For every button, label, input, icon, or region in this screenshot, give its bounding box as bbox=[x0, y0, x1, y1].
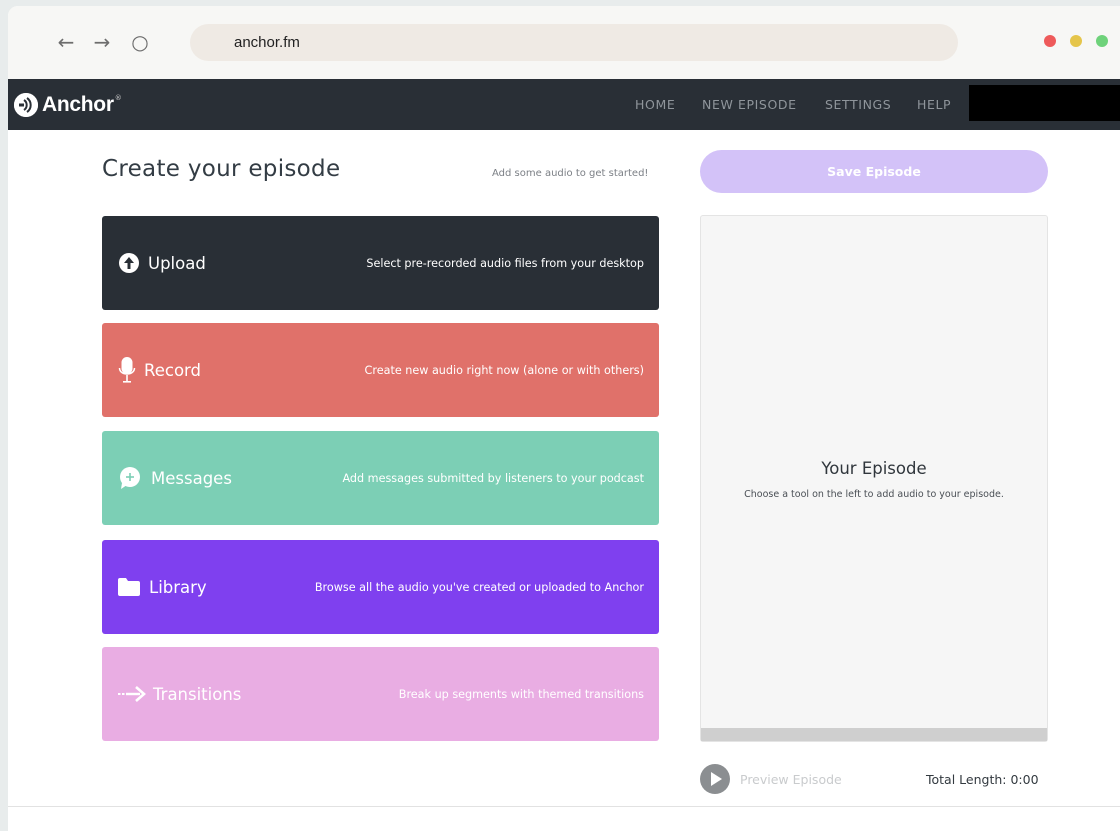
tool-library-label: Library bbox=[149, 577, 207, 597]
tool-messages-label: Messages bbox=[151, 468, 232, 488]
account-menu[interactable] bbox=[969, 85, 1120, 121]
tool-upload[interactable]: Upload Select pre-recorded audio files f… bbox=[102, 216, 659, 310]
preview-episode-control[interactable]: Preview Episode bbox=[700, 764, 842, 794]
anchor-logo[interactable]: Anchor ® bbox=[14, 79, 125, 130]
folder-icon bbox=[118, 540, 140, 634]
window-close-dot-icon[interactable] bbox=[1044, 35, 1056, 47]
tool-record-description: Create new audio right now (alone or wit… bbox=[364, 363, 644, 377]
page-title: Create your episode bbox=[102, 156, 341, 182]
url-text: anchor.fm bbox=[234, 34, 300, 51]
helper-text: Add some audio to get started! bbox=[492, 168, 649, 179]
preview-episode-label: Preview Episode bbox=[740, 771, 842, 787]
browser-window: ← → ○ anchor.fm Anchor ® HOME NEW EPISOD… bbox=[8, 6, 1120, 831]
window-maximize-dot-icon[interactable] bbox=[1096, 35, 1108, 47]
address-bar[interactable]: anchor.fm bbox=[190, 24, 958, 61]
tool-transitions[interactable]: Transitions Break up segments with theme… bbox=[102, 647, 659, 741]
tool-record[interactable]: Record Create new audio right now (alone… bbox=[102, 323, 659, 417]
back-arrow-icon[interactable]: ← bbox=[54, 28, 78, 56]
browser-toolbar: ← → ○ anchor.fm bbox=[8, 6, 1120, 79]
episode-drop-area: Your Episode Choose a tool on the left t… bbox=[700, 215, 1048, 742]
nav-new-episode[interactable]: NEW EPISODE bbox=[702, 79, 797, 130]
tool-upload-label: Upload bbox=[148, 253, 206, 273]
tool-library[interactable]: Library Browse all the audio you've crea… bbox=[102, 540, 659, 634]
upload-icon bbox=[118, 216, 140, 310]
reload-icon[interactable]: ○ bbox=[128, 28, 152, 56]
forward-arrow-icon[interactable]: → bbox=[90, 28, 114, 56]
episode-subtitle: Choose a tool on the left to add audio t… bbox=[744, 489, 1004, 500]
arrow-icon bbox=[118, 647, 146, 741]
nav-home[interactable]: HOME bbox=[635, 79, 675, 130]
tool-transitions-label: Transitions bbox=[153, 684, 242, 704]
episode-timeline-bar bbox=[701, 728, 1047, 741]
tool-messages-description: Add messages submitted by listeners to y… bbox=[342, 471, 644, 485]
save-episode-button[interactable]: Save Episode bbox=[700, 150, 1048, 193]
nav-help[interactable]: HELP bbox=[917, 79, 951, 130]
episode-title: Your Episode bbox=[821, 459, 927, 478]
window-minimize-dot-icon[interactable] bbox=[1070, 35, 1082, 47]
tool-upload-description: Select pre-recorded audio files from you… bbox=[366, 256, 644, 270]
logo-registered-mark: ® bbox=[114, 93, 122, 102]
microphone-icon bbox=[118, 323, 136, 417]
tool-messages[interactable]: Messages Add messages submitted by liste… bbox=[102, 431, 659, 525]
total-length: Total Length: 0:00 bbox=[926, 771, 1039, 787]
play-icon[interactable] bbox=[700, 764, 730, 794]
nav-settings[interactable]: SETTINGS bbox=[825, 79, 891, 130]
logo-text: Anchor bbox=[42, 92, 114, 116]
divider bbox=[8, 806, 1120, 807]
tool-library-description: Browse all the audio you've created or u… bbox=[314, 580, 644, 594]
anchor-logo-icon bbox=[14, 92, 38, 117]
message-icon bbox=[118, 431, 142, 525]
tool-record-label: Record bbox=[144, 360, 202, 380]
app-header: Anchor ® HOME NEW EPISODE SETTINGS HELP bbox=[8, 79, 1120, 130]
tool-transitions-description: Break up segments with themed transition… bbox=[398, 687, 644, 701]
